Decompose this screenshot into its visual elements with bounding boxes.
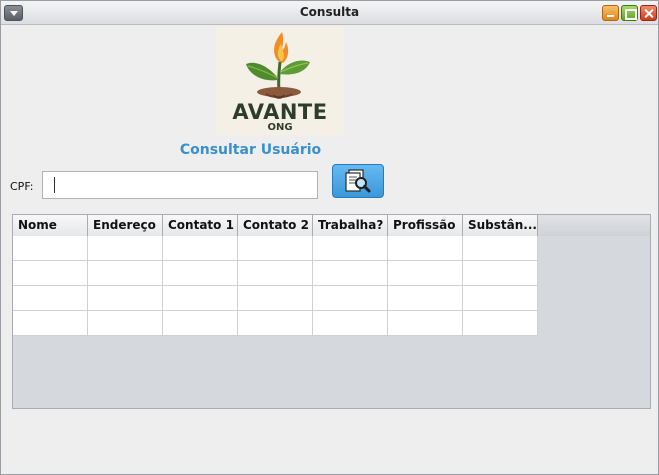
- table-body: [13, 236, 538, 336]
- table-cell[interactable]: [463, 261, 538, 286]
- table-cell[interactable]: [313, 286, 388, 311]
- table-cell[interactable]: [238, 286, 313, 311]
- table-cell[interactable]: [313, 236, 388, 261]
- table-cell[interactable]: [238, 311, 313, 336]
- table-cell[interactable]: [463, 311, 538, 336]
- column-header-trabalha[interactable]: Trabalha?: [313, 215, 388, 236]
- table-cell[interactable]: [388, 286, 463, 311]
- table-row[interactable]: [13, 286, 538, 311]
- table-cell[interactable]: [163, 236, 238, 261]
- text-cursor: [54, 177, 55, 193]
- cpf-label: CPF:: [10, 180, 34, 193]
- table-cell[interactable]: [313, 311, 388, 336]
- table-cell[interactable]: [88, 286, 163, 311]
- table-header: Nome Endereço Contato 1 Contato 2 Trabal…: [13, 215, 650, 236]
- document-search-icon: [345, 169, 371, 193]
- table-cell[interactable]: [163, 261, 238, 286]
- column-header-contato-2[interactable]: Contato 2: [238, 215, 313, 236]
- maximize-button[interactable]: [621, 5, 638, 21]
- column-header-substancia[interactable]: Substân...: [463, 215, 538, 236]
- column-header-contato-1[interactable]: Contato 1: [163, 215, 238, 236]
- window-title: Consulta: [299, 5, 360, 19]
- page-title: Consultar Usuário: [179, 142, 322, 158]
- table-cell[interactable]: [88, 261, 163, 286]
- cpf-input[interactable]: [42, 171, 318, 199]
- close-button[interactable]: [640, 5, 657, 21]
- search-button[interactable]: [332, 164, 384, 198]
- table-cell[interactable]: [163, 286, 238, 311]
- table-cell[interactable]: [238, 261, 313, 286]
- table-cell[interactable]: [163, 311, 238, 336]
- table-cell[interactable]: [463, 286, 538, 311]
- table-cell[interactable]: [88, 236, 163, 261]
- table-cell[interactable]: [463, 236, 538, 261]
- column-header-profissao[interactable]: Profissão: [388, 215, 463, 236]
- table-cell[interactable]: [313, 261, 388, 286]
- results-table: Nome Endereço Contato 1 Contato 2 Trabal…: [12, 214, 651, 409]
- table-row[interactable]: [13, 311, 538, 336]
- table-cell[interactable]: [13, 286, 88, 311]
- table-row[interactable]: [13, 236, 538, 261]
- consulta-window: Consulta AVANTE ONG Consultar Usuário CP…: [0, 0, 659, 475]
- logo-subtitle: ONG: [267, 122, 293, 133]
- table-cell[interactable]: [88, 311, 163, 336]
- logo-wordmark: AVANTE: [232, 100, 328, 124]
- table-cell[interactable]: [13, 236, 88, 261]
- minimize-button[interactable]: [602, 5, 619, 21]
- table-cell[interactable]: [388, 311, 463, 336]
- avante-logo: AVANTE ONG: [216, 26, 344, 135]
- table-cell[interactable]: [13, 261, 88, 286]
- table-cell[interactable]: [388, 261, 463, 286]
- column-header-endereco[interactable]: Endereço: [88, 215, 163, 236]
- title-bar[interactable]: Consulta: [1, 1, 658, 25]
- table-cell[interactable]: [13, 311, 88, 336]
- table-row[interactable]: [13, 261, 538, 286]
- column-header-nome[interactable]: Nome: [13, 215, 88, 236]
- table-cell[interactable]: [388, 236, 463, 261]
- table-cell[interactable]: [238, 236, 313, 261]
